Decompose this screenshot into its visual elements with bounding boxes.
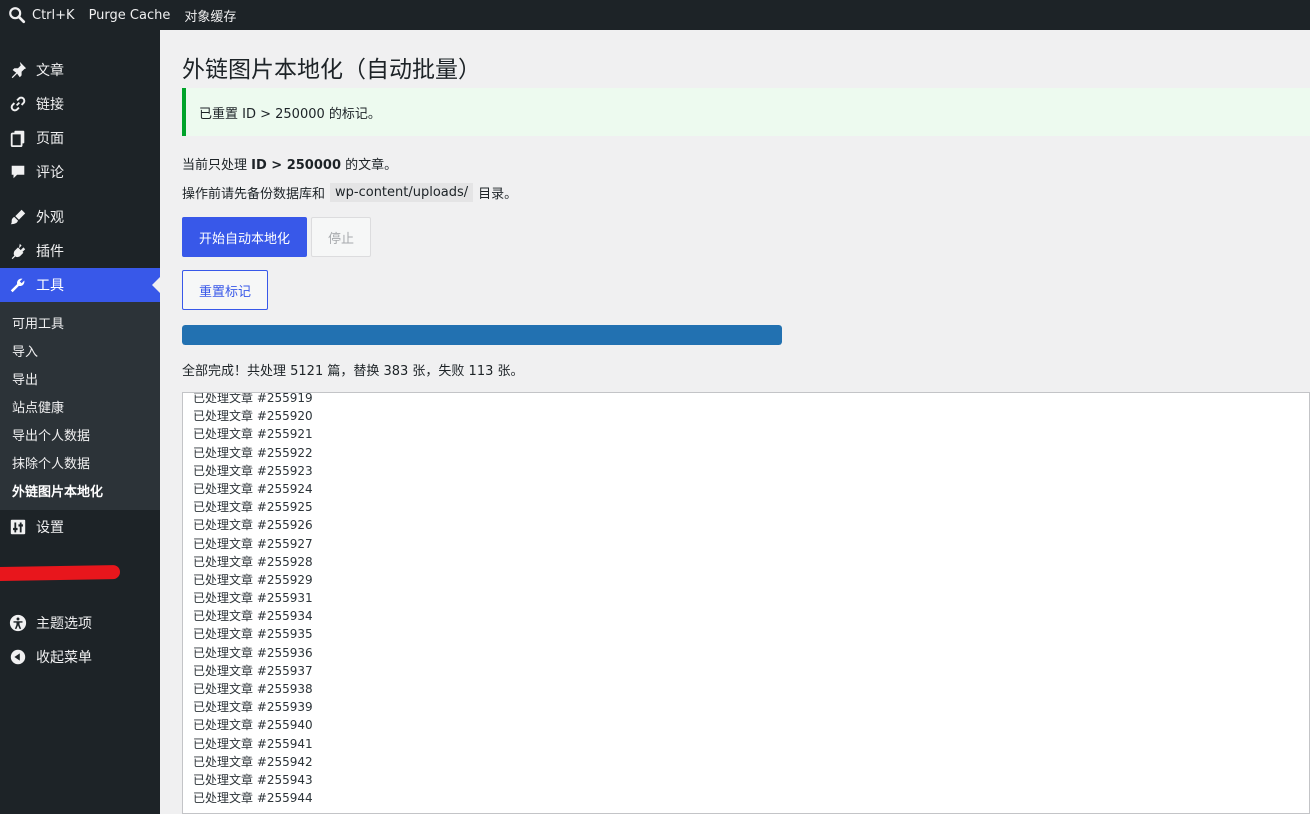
submenu-item-export[interactable]: 导出 [0,364,160,392]
sidebar-item-label: 文章 [36,63,64,79]
submenu-item-site-health[interactable]: 站点健康 [0,392,160,420]
wrench-icon [9,276,27,294]
log-line: 已处理文章 #255921 [193,427,313,442]
backup-prefix: 操作前请先备份数据库和 [182,187,326,202]
sidebar-item-label: 评论 [36,165,64,181]
success-notice: 已重置 ID > 250000 的标记。 [182,88,1310,136]
submenu-item-erase-personal-data[interactable]: 抹除个人数据 [0,448,160,476]
scope-prefix: 当前只处理 [182,158,252,173]
log-line: 已处理文章 #255926 [193,518,313,533]
sidebar-item-links[interactable]: 链接 [0,87,160,121]
link-icon [9,95,27,113]
log-line: 已处理文章 #255942 [193,754,313,769]
progress-fill [182,325,782,345]
log-line: 已处理文章 #255919 [193,392,313,405]
settings-sliders-icon [9,518,27,536]
search-icon [9,7,26,24]
submenu-item-image-localize[interactable]: 外链图片本地化 [0,476,160,504]
log-output[interactable]: 已处理文章 #255919 已处理文章 #255920 已处理文章 #255921 已… [182,392,1310,814]
sidebar-item-label: 收起菜单 [36,650,92,666]
sidebar-item-label: 工具 [36,278,64,294]
tools-submenu: 可用工具 导入 导出 站点健康 导出个人数据 抹除个人数据 外链图片本地化 [0,302,160,510]
brush-icon [9,208,27,226]
log-list: 已处理文章 #255919 已处理文章 #255920 已处理文章 #255921 已… [193,392,1299,807]
log-line: 已处理文章 #255927 [193,536,313,551]
log-line: 已处理文章 #255935 [193,627,313,642]
page-icon [9,129,27,147]
scope-id: ID > 250000 [251,158,341,173]
sidebar-item-label: 设置 [36,520,64,536]
log-line: 已处理文章 #255931 [193,591,313,606]
log-line: 已处理文章 #255920 [193,409,313,424]
backup-suffix: 目录。 [478,187,518,202]
admin-sidebar: 文章 链接 页面 评论 外观 插件 工具 可用工具 导入 导出 站点健康 导出个… [0,30,160,814]
submenu-item-export-personal-data[interactable]: 导出个人数据 [0,420,160,448]
completion-summary: 全部完成！共处理 5121 篇，替换 383 张，失败 113 张。 [182,364,524,379]
progress-bar [182,325,782,345]
comment-icon [9,163,27,181]
log-line: 已处理文章 #255938 [193,682,313,696]
log-line: 已处理文章 #255923 [193,463,313,478]
sidebar-item-plugins[interactable]: 插件 [0,234,160,268]
log-line: 已处理文章 #255941 [193,736,313,751]
accessibility-icon [9,614,27,632]
sidebar-item-label: 外观 [36,210,64,226]
log-line: 已处理文章 #255944 [193,791,313,806]
log-line: 已处理文章 #255925 [193,500,313,515]
admin-bar: Ctrl+K Purge Cache 对象缓存 [0,0,1310,30]
scope-suffix: 的文章。 [341,158,398,173]
object-cache-link[interactable]: 对象缓存 [177,0,243,30]
stop-button: 停止 [311,217,371,257]
notice-text: 已重置 ID > 250000 的标记。 [199,106,381,122]
start-localize-button[interactable]: 开始自动本地化 [182,217,307,257]
reset-marker-button[interactable]: 重置标记 [182,270,268,310]
sidebar-item-label: 插件 [36,244,64,260]
redaction-mark [0,564,120,582]
log-line: 已处理文章 #255939 [193,700,313,715]
sidebar-item-settings[interactable]: 设置 [0,510,160,544]
sidebar-item-label: 链接 [36,97,64,113]
sidebar-item-theme-options[interactable]: 主题选项 [0,606,160,640]
main-content: 外链图片本地化（自动批量） 已重置 ID > 250000 的标记。 当前只处理… [160,30,1310,814]
command-search[interactable]: Ctrl+K [0,0,82,30]
log-line: 已处理文章 #255929 [193,572,313,587]
sidebar-item-pages[interactable]: 页面 [0,121,160,155]
sidebar-item-label: 页面 [36,131,64,147]
sidebar-item-comments[interactable]: 评论 [0,155,160,189]
sidebar-item-appearance[interactable]: 外观 [0,200,160,234]
log-line: 已处理文章 #255934 [193,609,313,624]
log-line: 已处理文章 #255943 [193,772,313,787]
collapse-menu-button[interactable]: 收起菜单 [0,640,160,674]
submenu-item-import[interactable]: 导入 [0,336,160,364]
scope-info: 当前只处理 ID > 250000 的文章。 [182,154,397,173]
backup-warning: 操作前请先备份数据库和 wp-content/uploads/目录。 [182,183,517,202]
sidebar-item-label: 主题选项 [36,616,92,632]
pin-icon [9,61,27,79]
log-line: 已处理文章 #255924 [193,481,313,496]
collapse-arrow-icon [9,648,27,666]
uploads-path: wp-content/uploads/ [330,183,474,202]
sidebar-item-tools[interactable]: 工具 [0,268,160,302]
log-line: 已处理文章 #255937 [193,663,313,678]
log-line: 已处理文章 #255940 [193,718,313,733]
purge-cache-link[interactable]: Purge Cache [82,0,178,30]
log-line: 已处理文章 #255922 [193,445,313,460]
plugin-icon [9,242,27,260]
search-shortcut-label: Ctrl+K [32,7,75,23]
submenu-item-available-tools[interactable]: 可用工具 [0,308,160,336]
log-line: 已处理文章 #255936 [193,645,313,660]
log-line: 已处理文章 #255928 [193,554,313,569]
sidebar-item-posts[interactable]: 文章 [0,53,160,87]
page-title: 外链图片本地化（自动批量） [182,57,481,83]
